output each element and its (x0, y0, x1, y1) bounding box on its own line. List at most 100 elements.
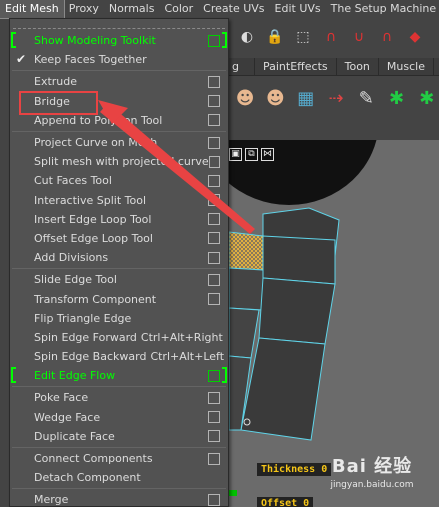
highlight-bracket (11, 367, 16, 384)
baidu-watermark: Bai 经验 jingyan.baidu.com (312, 452, 432, 502)
menu-item-label: Interactive Split Tool (34, 193, 147, 207)
curve-snap-icon[interactable]: ∪ (347, 25, 371, 49)
option-box-icon[interactable] (208, 391, 220, 404)
option-box-icon[interactable] (208, 174, 220, 187)
menu-the-setup-machine[interactable]: The Setup Machine (326, 0, 439, 18)
mesh-face-selected (229, 231, 264, 271)
menu-proxy[interactable]: Proxy (64, 0, 104, 18)
menu-item-transform-component[interactable]: Transform Component (10, 289, 228, 308)
status-line-toolbar: ◐ 🔒 ⬚ ∩ ∪ ∩ ◆ (229, 20, 439, 54)
paint-icon[interactable]: ✎ (354, 83, 378, 113)
menu-item-label: Insert Edge Loop Tool (34, 212, 152, 226)
menu-item-extrude[interactable]: Extrude (10, 72, 228, 91)
menu-item-label: Merge (34, 493, 69, 507)
head-icon[interactable]: ☻ (233, 83, 257, 113)
menu-item-label: Connect Components (34, 452, 153, 466)
menu-item-label: Show Modeling Toolkit (34, 34, 156, 48)
option-box-icon[interactable] (208, 273, 220, 286)
option-box-icon[interactable] (208, 251, 220, 264)
point-snap-icon[interactable]: ∩ (375, 25, 399, 49)
menu-separator (12, 386, 226, 388)
menu-item-edit-edge-flow[interactable]: Edit Edge Flow (10, 366, 228, 385)
grid-icon[interactable]: ▦ (294, 83, 318, 113)
shelf-tab-painteffects[interactable]: PaintEffects (255, 58, 337, 76)
menu-item-spin-edge-forward[interactable]: Spin Edge Forward Ctrl+Alt+Right (10, 328, 228, 347)
menu-item-wedge-face[interactable]: Wedge Face (10, 408, 228, 427)
menu-item-interactive-split-tool[interactable]: Interactive Split Tool (10, 191, 228, 210)
menu-item-offset-edge-loop-tool[interactable]: Offset Edge Loop Tool (10, 229, 228, 248)
menu-normals[interactable]: Normals (104, 0, 160, 18)
menu-color[interactable]: Color (159, 0, 198, 18)
joint-icon[interactable]: ✱ (415, 83, 439, 113)
menu-item-label: Cut Faces Tool (34, 174, 112, 188)
menu-separator (12, 446, 226, 448)
menu-item-label: Add Divisions (34, 251, 109, 265)
menu-item-label: Spin Edge Backward (34, 350, 147, 364)
option-box-icon[interactable] (208, 114, 220, 127)
option-box-icon[interactable] (208, 293, 220, 306)
menu-item-keep-faces-together[interactable]: ✔ Keep Faces Together (10, 50, 228, 69)
menu-edit-uvs[interactable]: Edit UVs (270, 0, 326, 18)
joint-icon[interactable]: ✱ (384, 83, 408, 113)
menu-item-poke-face[interactable]: Poke Face (10, 388, 228, 407)
checkmark-icon: ✔ (16, 52, 27, 67)
menu-edit-mesh[interactable]: Edit Mesh (0, 0, 65, 19)
menu-item-spin-edge-backward[interactable]: Spin Edge Backward Ctrl+Alt+Left (10, 347, 228, 366)
head-icon[interactable]: ☻ (263, 83, 287, 113)
option-box-icon[interactable] (208, 452, 220, 465)
option-box-icon[interactable] (208, 34, 220, 47)
menu-item-label: Offset Edge Loop Tool (34, 231, 153, 245)
menu-item-split-mesh-with-projected-curve[interactable]: Split mesh with projected curve (10, 152, 228, 171)
menu-item-merge[interactable]: Merge (10, 490, 228, 507)
shelf-tab-bar: g PaintEffects Toon Muscle (229, 58, 439, 76)
share-icon[interactable]: ⋈ (261, 147, 274, 161)
shelf-icons: ☻ ☻ ▦ ⇢ ✎ ✱ ✱ (229, 78, 439, 118)
menu-item-label: Flip Triangle Edge (34, 311, 132, 325)
cube-icon[interactable]: ▣ (229, 147, 242, 161)
isolate-icon[interactable]: ⧉ (245, 147, 258, 161)
option-box-icon[interactable] (208, 194, 220, 207)
menu-item-flip-triangle-edge[interactable]: Flip Triangle Edge (10, 309, 228, 328)
transfer-icon[interactable]: ⇢ (324, 83, 348, 113)
menu-item-cut-faces-tool[interactable]: Cut Faces Tool (10, 171, 228, 190)
menu-item-label: Split mesh with projected curve (34, 155, 209, 169)
shelf-tab[interactable]: g (229, 58, 255, 76)
magnet-icon[interactable]: ∩ (319, 25, 343, 49)
snap-icon[interactable]: ◐ (235, 25, 259, 49)
menu-item-connect-components[interactable]: Connect Components (10, 449, 228, 468)
tear-off-line[interactable] (13, 19, 225, 29)
shelf-tab-toon[interactable]: Toon (337, 58, 379, 76)
shelf-tab-muscle[interactable]: Muscle (379, 58, 434, 76)
menu-item-insert-edge-loop-tool[interactable]: Insert Edge Loop Tool (10, 210, 228, 229)
lock-icon[interactable]: 🔒 (263, 25, 287, 49)
highlight-bracket (222, 32, 227, 48)
menu-item-label: Poke Face (34, 391, 89, 405)
highlight-bracket (222, 367, 227, 384)
option-box-icon[interactable] (208, 232, 220, 245)
option-box-icon[interactable] (208, 75, 220, 88)
option-box-icon[interactable] (208, 136, 220, 149)
menu-item-project-curve-on-mesh[interactable]: Project Curve on Mesh (10, 133, 228, 152)
menu-bar: Edit Mesh Proxy Normals Color Create UVs Edit… (0, 0, 439, 19)
watermark-url: jingyan.baidu.com (330, 480, 414, 490)
render-icon[interactable]: ◆ (403, 25, 427, 49)
menu-separator (12, 70, 226, 72)
mesh-face (240, 337, 326, 441)
option-box-icon[interactable] (208, 430, 220, 443)
menu-create-uvs[interactable]: Create UVs (198, 0, 269, 18)
menu-item-duplicate-face[interactable]: Duplicate Face (10, 427, 228, 446)
option-box-icon[interactable] (208, 95, 220, 108)
hud-offset: Offset 0 (257, 497, 314, 507)
menu-item-label: Spin Edge Forward (34, 330, 137, 344)
select-icon[interactable]: ⬚ (291, 25, 315, 49)
menu-item-detach-component[interactable]: Detach Component (10, 468, 228, 487)
option-box-icon[interactable] (208, 493, 220, 506)
option-box-icon[interactable] (208, 411, 220, 424)
menu-item-show-modeling-toolkit[interactable]: Show Modeling Toolkit (10, 31, 228, 50)
menu-item-slide-edge-tool[interactable]: Slide Edge Tool (10, 270, 228, 289)
option-box-icon[interactable] (208, 369, 220, 382)
menu-separator (12, 130, 226, 132)
option-box-icon[interactable] (208, 155, 220, 168)
option-box-icon[interactable] (208, 213, 220, 226)
menu-item-add-divisions[interactable]: Add Divisions (10, 248, 228, 267)
